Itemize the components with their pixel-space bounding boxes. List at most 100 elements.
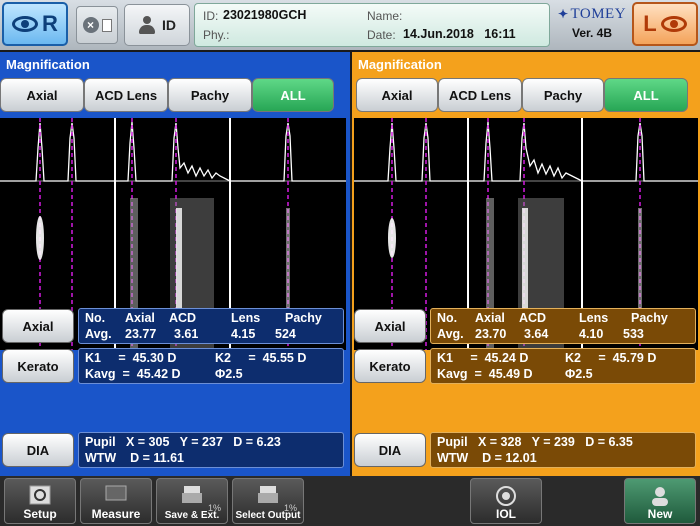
new-patient-button[interactable]: New [624, 478, 696, 524]
kavg-value: Kavg = 45.49 D [437, 367, 533, 381]
save-ext-button[interactable]: 1% Save & Ext. [156, 478, 228, 524]
tab-axial[interactable]: Axial [0, 78, 84, 112]
name-label: Name: [367, 9, 403, 23]
eye-icon [660, 16, 687, 32]
select-output-button[interactable]: 1% Select Output [232, 478, 304, 524]
view-tabs: Axial ACD Lens Pachy ALL [0, 78, 334, 112]
new-label: New [647, 507, 673, 521]
person-icon [652, 487, 668, 506]
patient-id-button[interactable]: ID [124, 4, 190, 46]
col-no: No. [85, 311, 106, 325]
wtw-value: WTW D = 11.61 [85, 451, 184, 465]
date-label: Date: [367, 28, 396, 42]
dia-data-box: Pupil X = 305 Y = 237 D = 6.23 WTW D = 1… [78, 432, 344, 468]
settings-icon [29, 485, 51, 505]
tab-pachy[interactable]: Pachy [168, 78, 252, 112]
panel-title: Magnification [358, 57, 442, 72]
axial-button[interactable]: Axial [354, 309, 426, 343]
lens-icon [496, 486, 516, 506]
col-acd: ACD [519, 311, 547, 325]
tab-acd-lens[interactable]: ACD Lens [438, 78, 522, 112]
zone-diameter: Φ2.5 [565, 367, 593, 381]
monitor-icon [105, 485, 127, 501]
setup-label: Setup [23, 507, 57, 521]
measure-button[interactable]: Measure [80, 478, 152, 524]
output-icon [258, 486, 278, 503]
wtw-value: WTW D = 12.01 [437, 451, 537, 465]
kavg-value: Kavg = 45.42 D [85, 367, 181, 381]
header-bar: R × ID ID: 23021980GCH Name: Phy.: Date:… [0, 0, 700, 50]
avg-label: Avg. [437, 327, 464, 341]
printer-icon [182, 486, 202, 503]
panel-title: Magnification [6, 57, 90, 72]
brand-logo: ✦ TOMEY Ver. 4B [553, 6, 631, 46]
k1-value: K1 = 45.30 D [85, 351, 177, 365]
person-icon [138, 16, 156, 34]
col-acd: ACD [169, 311, 197, 325]
iol-label: IOL [496, 507, 516, 521]
avg-lens: 4.10 [579, 327, 604, 341]
kerato-data-box: K1 = 45.30 D K2 = 45.55 D Kavg = 45.42 D… [78, 348, 344, 384]
col-lens: Lens [231, 311, 261, 325]
dia-button[interactable]: DIA [354, 433, 426, 467]
tab-all[interactable]: ALL [252, 78, 334, 112]
brand-name: TOMEY [570, 6, 627, 22]
view-tabs: Axial ACD Lens Pachy ALL [356, 78, 688, 112]
kerato-button[interactable]: Kerato [354, 349, 426, 383]
left-eye-label: L [643, 11, 657, 36]
iol-button[interactable]: IOL [470, 478, 542, 524]
tab-acd-lens[interactable]: ACD Lens [84, 78, 168, 112]
col-lens: Lens [579, 311, 609, 325]
left-eye-button[interactable]: L [632, 2, 698, 46]
k2-value: K2 = 45.79 D [565, 351, 657, 365]
version-label: Ver. 4B [571, 26, 613, 40]
col-pachy: Pachy [631, 311, 668, 325]
document-icon [101, 18, 112, 32]
right-eye-panel: Magnification Axial ACD Lens Pachy ALL A… [0, 52, 350, 476]
axial-button[interactable]: Axial [2, 309, 74, 343]
avg-lens: 4.15 [231, 327, 256, 341]
right-eye-button[interactable]: R [2, 2, 68, 46]
kerato-data-box: K1 = 45.24 D K2 = 45.79 D Kavg = 45.49 D… [430, 348, 696, 384]
pupil-value: Pupil X = 305 Y = 237 D = 6.23 [85, 435, 281, 449]
eye-icon [12, 16, 39, 32]
avg-pachy: 524 [275, 327, 296, 341]
biometer-screen: R × ID ID: 23021980GCH Name: Phy.: Date:… [0, 0, 700, 526]
k2-value: K2 = 45.55 D [215, 351, 307, 365]
tab-all[interactable]: ALL [604, 78, 688, 112]
id-button-label: ID [162, 17, 176, 33]
col-pachy: Pachy [285, 311, 322, 325]
col-axial: Axial [475, 311, 505, 325]
close-icon: × [82, 17, 99, 33]
left-eye-panel: Magnification Axial ACD Lens Pachy ALL A… [352, 52, 700, 476]
tab-pachy[interactable]: Pachy [522, 78, 604, 112]
bottom-toolbar: Setup Measure 1% Save & Ext. 1% Select O… [0, 476, 700, 526]
kerato-button[interactable]: Kerato [2, 349, 74, 383]
save-ext-label: Save & Ext. [164, 510, 220, 521]
zone-diameter: Φ2.5 [215, 367, 243, 381]
tab-axial[interactable]: Axial [356, 78, 438, 112]
avg-acd: 3.61 [174, 327, 199, 341]
patient-info-panel: ID: 23021980GCH Name: Phy.: Date: 14.Jun… [194, 3, 550, 47]
col-no: No. [437, 311, 458, 325]
axial-data-box: No. Axial ACD Lens Pachy Avg. 23.77 3.61… [78, 308, 344, 344]
avg-label: Avg. [85, 327, 112, 341]
measure-label: Measure [91, 507, 141, 521]
k1-value: K1 = 45.24 D [437, 351, 529, 365]
clear-data-button[interactable]: × [76, 6, 118, 44]
dia-button[interactable]: DIA [2, 433, 74, 467]
avg-axial: 23.77 [125, 327, 157, 341]
avg-pachy: 533 [623, 327, 644, 341]
right-eye-label: R [42, 11, 58, 36]
col-axial: Axial [125, 311, 155, 325]
pupil-value: Pupil X = 328 Y = 239 D = 6.35 [437, 435, 633, 449]
date-value: 14.Jun.2018 16:11 [403, 27, 516, 41]
avg-axial: 23.70 [475, 327, 507, 341]
setup-button[interactable]: Setup [4, 478, 76, 524]
id-label: ID: [203, 9, 219, 23]
brand-mark-icon: ✦ [557, 7, 569, 21]
axial-data-box: No. Axial ACD Lens Pachy Avg. 23.70 3.64… [430, 308, 696, 344]
select-output-label: Select Output [235, 510, 301, 521]
phy-label: Phy.: [203, 28, 230, 42]
avg-acd: 3.64 [524, 327, 549, 341]
